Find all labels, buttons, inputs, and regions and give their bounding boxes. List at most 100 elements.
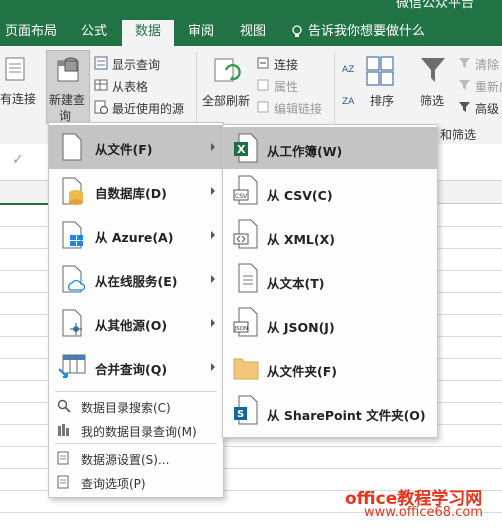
cloud-icon	[62, 265, 85, 293]
menu-item-label: 从 SharePoint 文件夹(O)	[267, 408, 426, 423]
menu-item-label: 数据源设置(S)...	[81, 453, 170, 467]
menu-item-query-options[interactable]: 查询选项(P)	[49, 471, 223, 493]
reapply-button[interactable]: 重新应用	[475, 78, 502, 95]
connections-icon	[257, 57, 269, 69]
submenu-arrow-icon	[211, 275, 215, 283]
excel-workbook-icon: X	[234, 133, 258, 163]
tab-data[interactable]: 数据	[122, 20, 174, 46]
existing-connections-button[interactable]: 有连接	[0, 90, 36, 107]
svg-text:ZA: ZA	[342, 97, 355, 107]
svg-text:X: X	[237, 143, 246, 156]
table-icon	[94, 79, 108, 91]
properties-button[interactable]: 属性	[274, 78, 298, 95]
menu-item-label: 从其他源(O)	[95, 318, 168, 333]
advanced-filter-icon	[459, 102, 470, 112]
edit-links-icon	[257, 101, 269, 113]
svg-text:AZ: AZ	[342, 65, 354, 75]
svg-text:JSON: JSON	[234, 326, 249, 332]
tab-formulas[interactable]: 公式	[70, 20, 118, 46]
text-file-icon	[238, 263, 258, 293]
menu-item-label: 从在线服务(E)	[95, 274, 178, 289]
menu-item-label: 合并查询(Q)	[95, 362, 168, 377]
recent-sources-button[interactable]: 最近使用的源	[112, 100, 184, 117]
submenu-arrow-icon	[211, 231, 215, 239]
combine-queries-icon	[58, 354, 86, 378]
menu-item-from-sharepoint-folder[interactable]: S 从 SharePoint 文件夹(O)	[223, 389, 437, 433]
svg-text:CSV: CSV	[235, 193, 248, 200]
database-icon	[62, 177, 83, 205]
edit-links-button[interactable]: 编辑链接	[274, 100, 322, 117]
menu-item-label: 从 Azure(A)	[95, 230, 174, 245]
menu-item-from-azure[interactable]: 从 Azure(A)	[49, 213, 223, 257]
menu-item-label: 数据目录搜索(C)	[81, 401, 171, 415]
recent-sources-icon	[94, 100, 108, 114]
menu-item-from-online-services[interactable]: 从在线服务(E)	[49, 257, 223, 301]
clear-button[interactable]: 清除	[475, 56, 499, 73]
tab-page-layout[interactable]: 页面布局	[0, 20, 62, 46]
menu-item-label: 我的数据目录查询(M)	[81, 425, 197, 439]
svg-text:S: S	[237, 409, 244, 420]
menu-item-label: 查询选项(P)	[81, 477, 146, 491]
sort-icon	[366, 56, 394, 86]
menu-item-label: 从文件(F)	[95, 142, 153, 157]
menu-item-label: 从 CSV(C)	[267, 188, 333, 203]
menu-item-my-data-catalog-queries[interactable]: 我的数据目录查询(M)	[49, 419, 223, 441]
query-options-icon	[57, 475, 69, 489]
file-icon	[62, 133, 82, 161]
menu-separator	[55, 443, 217, 444]
menu-item-label: 从工作簿(W)	[267, 144, 343, 159]
filter-button[interactable]: 筛选	[420, 92, 444, 109]
sort-button[interactable]: 排序	[370, 92, 394, 109]
azure-windows-icon	[62, 221, 83, 249]
new-query-menu: 从文件(F) 自数据库(D) 从 Azure(A) 从在线服务(E) 从其他源(…	[48, 122, 224, 498]
menu-item-combine-queries[interactable]: 合并查询(Q)	[49, 345, 223, 389]
advanced-button[interactable]: 高级	[475, 100, 499, 117]
show-queries-button[interactable]: 显示查询	[112, 56, 160, 73]
json-file-icon: JSON	[233, 307, 258, 337]
menu-item-from-json[interactable]: JSON 从 JSON(J)	[223, 301, 437, 345]
menu-item-data-source-settings[interactable]: 数据源设置(S)...	[49, 447, 223, 469]
checkmark-icon: ✓	[12, 152, 24, 168]
sharepoint-icon: S	[234, 395, 258, 425]
tell-me-box[interactable]: 告诉我你想要做什么	[308, 20, 428, 46]
refresh-all-icon	[214, 58, 241, 82]
selected-column-indicator	[0, 203, 48, 205]
xml-file-icon	[233, 219, 258, 249]
sort-filter-group-label: 和筛选	[440, 128, 477, 142]
menu-separator	[55, 391, 217, 392]
lightbulb-icon	[292, 25, 302, 37]
menu-item-from-workbook[interactable]: X 从工作簿(W)	[223, 127, 437, 169]
connections-button[interactable]: 连接	[274, 56, 298, 73]
menu-item-label: 从文本(T)	[267, 276, 325, 291]
tab-review[interactable]: 审阅	[178, 20, 224, 46]
menu-item-data-catalog-search[interactable]: 数据目录搜索(C)	[49, 395, 223, 417]
new-query-label: 新建查	[49, 93, 86, 107]
tab-view[interactable]: 视图	[230, 20, 276, 46]
menu-item-from-file[interactable]: 从文件(F)	[49, 125, 223, 169]
database-table-icon	[57, 57, 79, 82]
new-query-button[interactable]: 新建查 询	[46, 50, 90, 124]
data-source-settings-icon	[57, 451, 69, 465]
folder-icon	[233, 358, 259, 380]
from-file-submenu: X 从工作簿(W) CSV 从 CSV(C) 从 XML(X) 从文本(T) J…	[222, 124, 438, 438]
menu-item-label: 从文件夹(F)	[267, 364, 337, 379]
window-title: 微信公众平台	[396, 0, 475, 11]
search-icon	[57, 399, 71, 413]
menu-item-from-other-sources[interactable]: 从其他源(O)	[49, 301, 223, 345]
ribbon-tab-bar: 微信公众平台 页面布局 公式 数据 审阅 视图 告诉我你想要做什么	[0, 0, 502, 46]
menu-item-label: 从 XML(X)	[267, 232, 335, 247]
menu-item-from-database[interactable]: 自数据库(D)	[49, 169, 223, 213]
menu-item-from-xml[interactable]: 从 XML(X)	[223, 213, 437, 257]
filter-funnel-icon	[421, 58, 445, 82]
from-table-button[interactable]: 从表格	[112, 78, 148, 95]
menu-item-from-csv[interactable]: CSV 从 CSV(C)	[223, 169, 437, 213]
menu-item-label: 从 JSON(J)	[267, 320, 335, 335]
existing-connections-icon	[5, 57, 25, 81]
other-sources-icon	[62, 309, 82, 337]
submenu-arrow-icon	[211, 187, 215, 195]
menu-item-from-folder[interactable]: 从文件夹(F)	[223, 345, 437, 389]
menu-item-from-text[interactable]: 从文本(T)	[223, 257, 437, 301]
submenu-arrow-icon	[211, 319, 215, 327]
refresh-all-button[interactable]: 全部刷新	[202, 92, 250, 109]
show-queries-icon	[94, 56, 108, 70]
